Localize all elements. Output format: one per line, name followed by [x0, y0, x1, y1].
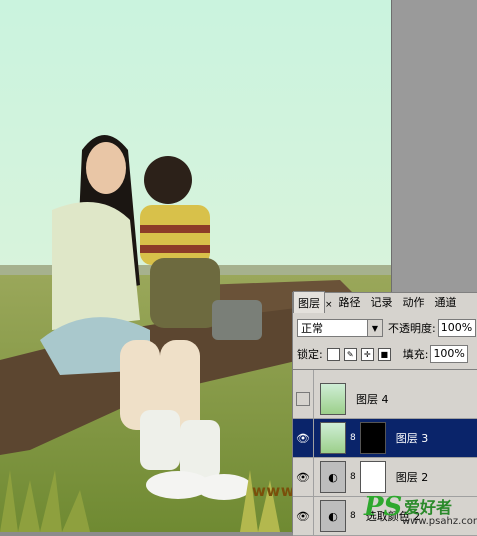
- link-icon[interactable]: 8: [350, 511, 356, 521]
- close-icon[interactable]: ×: [325, 297, 334, 313]
- fill-label: 填充:: [402, 348, 429, 361]
- fill-field[interactable]: 100%: [430, 345, 469, 363]
- site-logo: PS 爱好者 www.psahz.com: [362, 492, 477, 532]
- blend-mode-value: 正常: [301, 322, 323, 335]
- lock-brush-icon[interactable]: ✎: [343, 347, 357, 361]
- blend-row: 正常 ▼ 不透明度: 100%: [297, 319, 477, 337]
- logo-cn: 爱好者: [404, 498, 453, 517]
- empty-eye-icon: [296, 392, 310, 406]
- tab-actions[interactable]: 动作: [398, 290, 430, 313]
- layer-mask-thumbnail: [359, 461, 386, 493]
- layer-row[interactable]: 图层 4: [293, 380, 477, 419]
- eye-icon[interactable]: 👁: [293, 458, 314, 496]
- tab-history[interactable]: 记录: [366, 290, 398, 313]
- lock-move-icon[interactable]: ✛: [360, 347, 374, 361]
- logo-url: www.psahz.com: [402, 516, 477, 527]
- layer-name: 图层 2: [395, 471, 429, 484]
- layer-row-selected[interactable]: 👁 8 图层 3: [293, 419, 477, 458]
- layer-name: 图层 4: [356, 393, 389, 406]
- tab-paths[interactable]: 路径: [334, 290, 366, 313]
- blend-mode-select[interactable]: 正常 ▼: [297, 319, 383, 337]
- opacity-field[interactable]: 100%: [437, 319, 476, 337]
- panel-tabs: 图层 × 路径 记录 动作 通道: [293, 290, 477, 313]
- layer-mask-thumbnail: [359, 422, 386, 454]
- adjustment-icon: ◐: [320, 500, 346, 532]
- lock-all-icon[interactable]: ■: [377, 347, 391, 361]
- layer-name: 图层 3: [395, 432, 429, 445]
- eye-icon[interactable]: 👁: [293, 497, 314, 535]
- eye-icon[interactable]: 👁: [293, 419, 314, 457]
- layer-thumbnail: [320, 422, 346, 454]
- adjustment-icon: ◐: [320, 461, 346, 493]
- lock-row: 锁定: ✎ ✛ ■ 填充: 100%: [297, 345, 477, 363]
- chevron-down-icon[interactable]: ▼: [367, 320, 382, 336]
- eye-icon[interactable]: [293, 370, 314, 380]
- logo-ps: PS: [364, 492, 403, 522]
- opacity-label: 不透明度:: [388, 322, 436, 335]
- link-icon[interactable]: 8: [350, 472, 356, 482]
- layer-thumbnail: [320, 383, 346, 415]
- tab-layers[interactable]: 图层: [293, 291, 325, 313]
- link-icon[interactable]: 8: [350, 433, 356, 443]
- visibility-toggle[interactable]: [293, 380, 314, 418]
- lock-transparency-icon[interactable]: [326, 347, 340, 361]
- tab-channels[interactable]: 通道: [430, 290, 462, 313]
- workspace-background: [391, 0, 477, 292]
- lock-label: 锁定:: [297, 348, 323, 361]
